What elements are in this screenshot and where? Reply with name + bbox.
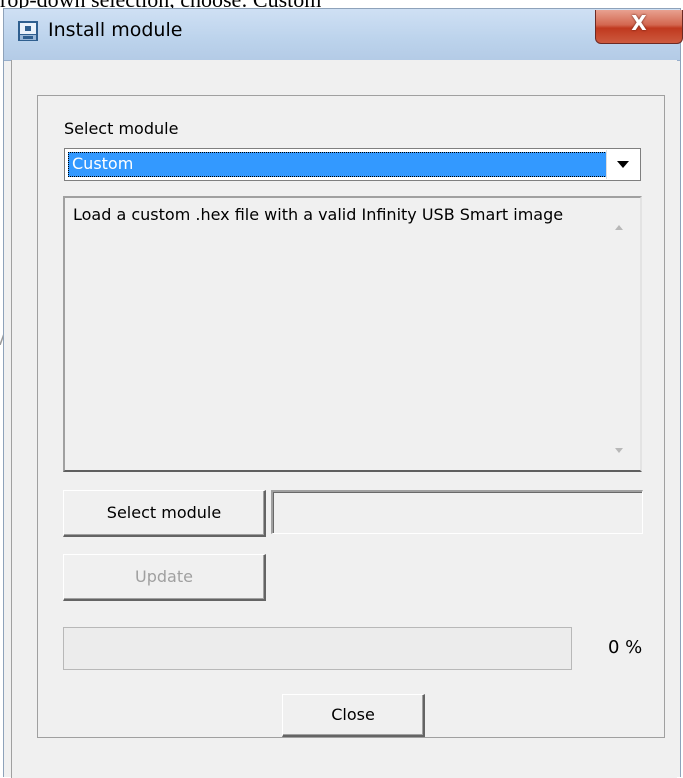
chevron-down-icon	[617, 161, 629, 168]
module-path-field[interactable]	[271, 490, 643, 534]
module-dropdown-toggle[interactable]	[606, 150, 639, 179]
module-dropdown[interactable]: Custom	[64, 148, 641, 181]
module-dropdown-value: Custom	[72, 154, 134, 173]
select-module-button[interactable]: Select module	[63, 490, 266, 537]
close-button[interactable]: Close	[282, 694, 425, 737]
scroll-up-icon[interactable]	[611, 220, 627, 234]
select-module-label: Select module	[64, 119, 179, 138]
progress-percent-label: 0 %	[608, 637, 643, 658]
scroll-down-icon[interactable]	[611, 444, 627, 458]
module-dropdown-selected: Custom	[68, 152, 607, 177]
module-description-box[interactable]: Load a custom .hex file with a valid Inf…	[63, 196, 642, 472]
title-bar[interactable]: Install module X	[4, 9, 683, 61]
update-progress-bar	[63, 627, 572, 670]
install-module-app-icon	[18, 21, 38, 41]
window-title: Install module	[48, 19, 183, 41]
close-icon: X	[631, 11, 647, 35]
window-close-button[interactable]: X	[595, 10, 683, 44]
update-button[interactable]: Update	[63, 554, 266, 601]
module-description-text: Load a custom .hex file with a valid Inf…	[73, 205, 564, 224]
